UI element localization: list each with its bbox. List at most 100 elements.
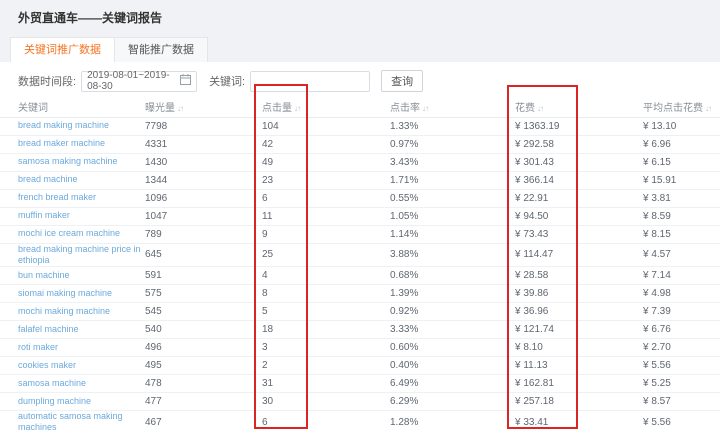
table-row: roti maker 496 3 0.60% ¥ 8.10 ¥ 2.70	[0, 338, 720, 357]
avg-cost-cell: ¥ 6.76	[643, 320, 720, 339]
sort-icon[interactable]: ↓↑	[422, 104, 429, 113]
cost-cell: ¥ 292.58	[515, 135, 643, 154]
clicks-cell: 23	[262, 171, 390, 190]
table-row: siomai making machine 575 8 1.39% ¥ 39.8…	[0, 284, 720, 303]
clicks-cell: 42	[262, 135, 390, 154]
exposure-cell: 1047	[145, 207, 262, 226]
exposure-cell: 1430	[145, 153, 262, 172]
exposure-cell: 575	[145, 284, 262, 303]
keyword-link[interactable]: bread making machine	[18, 120, 109, 131]
exposure-cell: 478	[145, 374, 262, 393]
cost-cell: ¥ 39.86	[515, 284, 643, 303]
keyword-link[interactable]: mochi making machine	[18, 306, 110, 317]
tab-smart-promotion-data[interactable]: 智能推广数据	[115, 37, 208, 62]
avg-cost-cell: ¥ 15.91	[643, 171, 720, 190]
clicks-cell: 2	[262, 356, 390, 375]
cost-cell: ¥ 121.74	[515, 320, 643, 339]
keyword-input[interactable]	[250, 70, 371, 92]
keyword-link[interactable]: dumpling machine	[18, 396, 91, 407]
ctr-cell: 0.92%	[390, 302, 515, 321]
search-button[interactable]: 查询	[381, 70, 424, 92]
cost-cell: ¥ 366.14	[515, 171, 643, 190]
date-range-value: 2019-08-01~2019-08-30	[87, 70, 170, 92]
exposure-cell: 545	[145, 302, 262, 321]
table-row: bread maker machine 4331 42 0.97% ¥ 292.…	[0, 135, 720, 154]
ctr-cell: 3.33%	[390, 320, 515, 339]
avg-cost-cell: ¥ 3.81	[643, 189, 720, 208]
clicks-cell: 25	[262, 243, 390, 267]
avg-cost-cell: ¥ 7.14	[643, 266, 720, 285]
clicks-cell: 104	[262, 117, 390, 136]
table-row: dumpling machine 477 30 6.29% ¥ 257.18 ¥…	[0, 392, 720, 411]
exposure-cell: 1096	[145, 189, 262, 208]
exposure-cell: 495	[145, 356, 262, 375]
sort-icon[interactable]: ↓↑	[705, 104, 712, 113]
exposure-cell: 496	[145, 338, 262, 357]
clicks-cell: 18	[262, 320, 390, 339]
keyword-link[interactable]: mochi ice cream machine	[18, 228, 120, 239]
clicks-cell: 3	[262, 338, 390, 357]
clicks-cell: 6	[262, 189, 390, 208]
tab-bar: 关键词推广数据 智能推广数据	[10, 37, 720, 62]
table-header-row: 关键词 曝光量 ↓↑ 点击量 ↓↑ 点击率 ↓↑ 花费 ↓↑ 平均点击花费 ↓↑	[0, 97, 720, 118]
cost-cell: ¥ 73.43	[515, 225, 643, 244]
keyword-link[interactable]: roti maker	[18, 342, 58, 353]
sort-icon[interactable]: ↓↑	[294, 104, 301, 113]
keyword-link[interactable]: bread maker machine	[18, 138, 105, 149]
table-row: muffin maker 1047 11 1.05% ¥ 94.50 ¥ 8.5…	[0, 207, 720, 226]
sort-icon[interactable]: ↓↑	[177, 104, 184, 113]
cost-cell: ¥ 8.10	[515, 338, 643, 357]
cost-cell: ¥ 28.58	[515, 266, 643, 285]
avg-cost-cell: ¥ 4.98	[643, 284, 720, 303]
exposure-cell: 645	[145, 243, 262, 267]
exposure-cell: 591	[145, 266, 262, 285]
ctr-cell: 1.71%	[390, 171, 515, 190]
avg-cost-cell: ¥ 5.56	[643, 356, 720, 375]
keyword-link[interactable]: falafel machine	[18, 324, 79, 335]
keyword-link[interactable]: muffin maker	[18, 210, 70, 221]
avg-cost-cell: ¥ 6.96	[643, 135, 720, 154]
keyword-link[interactable]: automatic samosa making machines	[18, 411, 142, 434]
tab-keyword-promotion-data[interactable]: 关键词推广数据	[10, 37, 115, 62]
avg-cost-cell: ¥ 8.59	[643, 207, 720, 226]
keyword-link[interactable]: samosa making machine	[18, 156, 118, 167]
avg-cost-cell: ¥ 7.39	[643, 302, 720, 321]
keyword-link[interactable]: siomai making machine	[18, 288, 112, 299]
avg-cost-cell: ¥ 2.70	[643, 338, 720, 357]
cost-cell: ¥ 257.18	[515, 392, 643, 411]
avg-cost-cell: ¥ 13.10	[643, 117, 720, 136]
exposure-cell: 467	[145, 410, 262, 434]
filter-bar: 数据时间段: 2019-08-01~2019-08-30 关键词: 查询	[0, 62, 720, 92]
col-header-avg-click-cost[interactable]: 平均点击花费 ↓↑	[643, 97, 720, 118]
page-title: 外贸直通车——关键词报告	[18, 11, 163, 25]
table-row: bread machine 1344 23 1.71% ¥ 366.14 ¥ 1…	[0, 171, 720, 190]
keyword-link[interactable]: bread making machine price in ethiopia	[18, 244, 142, 267]
col-header-cost[interactable]: 花费 ↓↑	[515, 97, 643, 118]
col-header-keyword[interactable]: 关键词	[0, 97, 145, 118]
keyword-link[interactable]: cookies maker	[18, 360, 76, 371]
clicks-cell: 4	[262, 266, 390, 285]
keyword-link[interactable]: samosa machine	[18, 378, 86, 389]
table-row: mochi making machine 545 5 0.92% ¥ 36.96…	[0, 302, 720, 321]
col-header-clicks[interactable]: 点击量 ↓↑	[262, 97, 390, 118]
sort-icon[interactable]: ↓↑	[537, 104, 544, 113]
table-row: bun machine 591 4 0.68% ¥ 28.58 ¥ 7.14	[0, 266, 720, 285]
ctr-cell: 3.88%	[390, 243, 515, 267]
clicks-cell: 9	[262, 225, 390, 244]
avg-cost-cell: ¥ 6.15	[643, 153, 720, 172]
col-header-ctr[interactable]: 点击率 ↓↑	[390, 97, 515, 118]
exposure-cell: 477	[145, 392, 262, 411]
keyword-link[interactable]: french bread maker	[18, 192, 96, 203]
cost-cell: ¥ 114.47	[515, 243, 643, 267]
date-range-input[interactable]: 2019-08-01~2019-08-30	[81, 70, 198, 92]
ctr-cell: 0.97%	[390, 135, 515, 154]
exposure-cell: 7798	[145, 117, 262, 136]
col-header-exposure[interactable]: 曝光量 ↓↑	[145, 97, 262, 118]
cost-cell: ¥ 1363.19	[515, 117, 643, 136]
exposure-cell: 789	[145, 225, 262, 244]
calendar-icon[interactable]	[180, 74, 192, 88]
keyword-link[interactable]: bun machine	[18, 270, 70, 281]
table-row: samosa making machine 1430 49 3.43% ¥ 30…	[0, 153, 720, 172]
keyword-link[interactable]: bread machine	[18, 174, 78, 185]
avg-cost-cell: ¥ 4.57	[643, 243, 720, 267]
